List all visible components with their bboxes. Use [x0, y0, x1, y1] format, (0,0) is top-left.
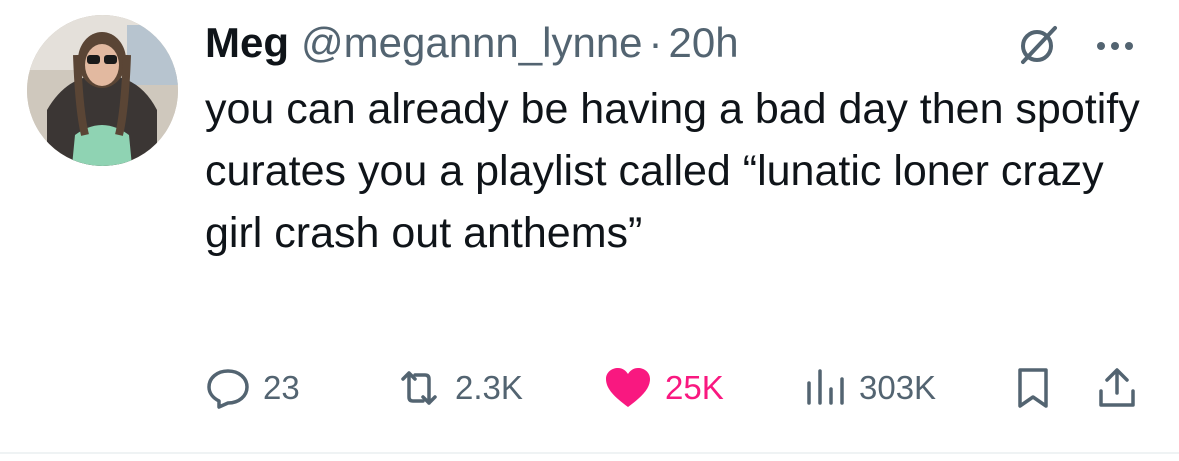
repost-button[interactable]: 2.3K: [395, 360, 523, 416]
author-handle[interactable]: @megannn_lynne: [301, 19, 643, 67]
avatar-image: [27, 15, 178, 166]
share-button[interactable]: [1095, 360, 1139, 416]
action-bar: 23 2.3K 25K 303K: [205, 360, 1155, 416]
share-icon: [1099, 368, 1135, 407]
tweet-text: you can already be having a bad day then…: [205, 85, 1140, 257]
bookmark-button[interactable]: [1013, 360, 1053, 416]
separator-dot: ·: [648, 19, 663, 66]
repost-count: 2.3K: [455, 369, 523, 406]
author-name[interactable]: Meg: [205, 19, 289, 67]
views-count: 303K: [859, 369, 937, 406]
tweet-header: Meg @megannn_lynne · 20h: [205, 14, 739, 72]
bookmark-icon: [1018, 368, 1048, 408]
reply-button[interactable]: 23: [205, 360, 300, 416]
like-button[interactable]: 25K: [603, 360, 724, 416]
grok-icon[interactable]: [1015, 22, 1061, 68]
repost-icon: [401, 371, 437, 405]
more-icon[interactable]: [1087, 26, 1143, 66]
like-count: 25K: [665, 369, 724, 406]
views-icon: [807, 369, 844, 405]
views-button[interactable]: 303K: [803, 360, 936, 416]
reply-count: 23: [263, 369, 300, 406]
bottom-divider: [0, 452, 1179, 454]
timestamp[interactable]: 20h: [669, 19, 739, 67]
avatar[interactable]: [27, 15, 178, 166]
heart-icon: [606, 368, 650, 407]
reply-icon: [207, 369, 249, 409]
